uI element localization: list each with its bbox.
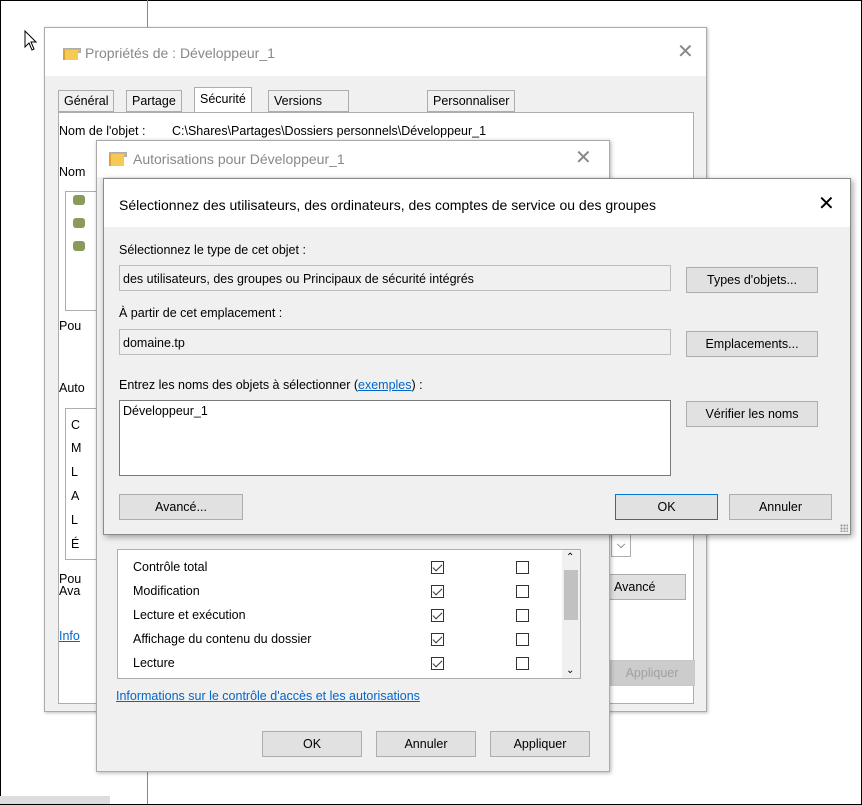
close-icon[interactable]: ✕ <box>818 191 835 216</box>
tab-security[interactable]: Sécurité <box>194 87 252 112</box>
permission-list: Contrôle total Modification Lecture et exé… <box>117 549 581 679</box>
permission-row: Lecture <box>118 654 558 674</box>
permission-row: Contrôle total <box>118 558 558 578</box>
chevron-down-icon[interactable]: ⌵ <box>611 533 631 557</box>
chevron-up-icon[interactable]: ⌃ <box>566 552 574 563</box>
scrollbar[interactable]: ⌃ ⌄ <box>562 550 580 678</box>
object-names-input[interactable]: Développeur_1 <box>119 400 671 476</box>
window-title: Sélectionnez des utilisateurs, des ordin… <box>119 197 656 213</box>
deny-checkbox[interactable] <box>516 633 529 646</box>
title-bar: Autorisations pour Développeur_1 ✕ <box>97 141 609 177</box>
allow-checkbox[interactable] <box>431 561 444 574</box>
object-type-label: Sélectionnez le type de cet objet : <box>119 243 306 257</box>
location-label: À partir de cet emplacement : <box>119 306 283 320</box>
list-letter: C <box>71 418 81 432</box>
mouse-cursor-icon <box>24 30 38 51</box>
partial-label: Ava <box>59 584 81 598</box>
enter-names-label-start: Entrez les noms des objets à sélectionne… <box>119 378 359 392</box>
examples-link[interactable]: exemples <box>358 378 412 392</box>
background-strip <box>0 796 110 804</box>
close-icon[interactable]: ✕ <box>575 145 592 170</box>
enter-names-label: Entrez les noms des objets à sélectionne… <box>119 378 423 392</box>
apply-button[interactable]: Appliquer <box>609 660 695 686</box>
window-title: Propriétés de : Développeur_1 <box>85 45 275 61</box>
access-control-info-link[interactable]: Informations sur le contrôle d'accès et … <box>116 689 420 703</box>
allow-checkbox[interactable] <box>431 585 444 598</box>
object-types-button[interactable]: Types d'objets... <box>686 267 818 293</box>
permission-name: Contrôle total <box>133 560 208 574</box>
tab-previous-versions[interactable]: Versions précédentes <box>268 90 349 128</box>
location-field: domaine.tp <box>119 329 671 355</box>
title-bar: Sélectionnez des utilisateurs, des ordin… <box>104 179 850 227</box>
allow-checkbox[interactable] <box>431 657 444 670</box>
advanced-button[interactable]: Avancé... <box>119 494 243 520</box>
cancel-button[interactable]: Annuler <box>376 731 476 757</box>
deny-checkbox[interactable] <box>516 561 529 574</box>
deny-checkbox[interactable] <box>516 609 529 622</box>
permission-row: Modification <box>118 582 558 602</box>
allow-checkbox[interactable] <box>431 633 444 646</box>
tab-sharing[interactable]: Partage <box>126 90 182 112</box>
permission-row: Affichage du contenu du dossier <box>118 630 558 650</box>
list-letter: É <box>71 537 80 551</box>
permission-name: Affichage du contenu du dossier <box>133 632 312 646</box>
object-name-label: Nom de l'objet : <box>59 124 146 138</box>
object-type-field: des utilisateurs, des groupes ou Princip… <box>119 265 671 291</box>
ok-button[interactable]: OK <box>262 731 362 757</box>
check-names-button[interactable]: Vérifier les noms <box>686 401 818 427</box>
window-title: Autorisations pour Développeur_1 <box>133 151 345 167</box>
scrollbar-thumb[interactable] <box>564 570 578 620</box>
partial-info-link[interactable]: Info <box>59 629 80 643</box>
partial-label: Pou <box>59 319 82 333</box>
list-letter: M <box>71 441 82 455</box>
allow-checkbox[interactable] <box>431 609 444 622</box>
tab-general[interactable]: Général <box>58 90 115 112</box>
list-letter: L <box>71 513 78 527</box>
folder-icon <box>63 48 81 60</box>
ok-button[interactable]: OK <box>615 494 718 520</box>
partial-label: Auto <box>59 381 85 395</box>
cancel-button[interactable]: Annuler <box>729 494 832 520</box>
title-bar: Propriétés de : Développeur_1 ✕ <box>45 28 706 76</box>
locations-button[interactable]: Emplacements... <box>686 331 818 357</box>
chevron-down-icon[interactable]: ⌄ <box>566 665 574 676</box>
permission-name: Lecture <box>133 656 175 670</box>
folder-icon <box>109 152 127 166</box>
resize-grip[interactable] <box>840 524 848 532</box>
apply-button[interactable]: Appliquer <box>490 731 590 757</box>
deny-checkbox[interactable] <box>516 585 529 598</box>
enter-names-label-end: ) : <box>411 378 423 392</box>
permission-name: Modification <box>133 584 200 598</box>
permission-name: Lecture et exécution <box>133 608 246 622</box>
close-icon[interactable]: ✕ <box>677 39 694 64</box>
object-name-value: C:\Shares\Partages\Dossiers personnels\D… <box>172 124 487 138</box>
tab-customize[interactable]: Personnaliser <box>427 90 516 112</box>
permission-row: Lecture et exécution <box>118 606 558 626</box>
select-users-dialog: Sélectionnez des utilisateurs, des ordin… <box>103 178 851 535</box>
advanced-button[interactable]: Avancé <box>609 574 686 600</box>
list-letter: A <box>71 489 80 503</box>
deny-checkbox[interactable] <box>516 657 529 670</box>
list-letter: L <box>71 465 78 479</box>
partial-label: Nom <box>59 165 86 179</box>
